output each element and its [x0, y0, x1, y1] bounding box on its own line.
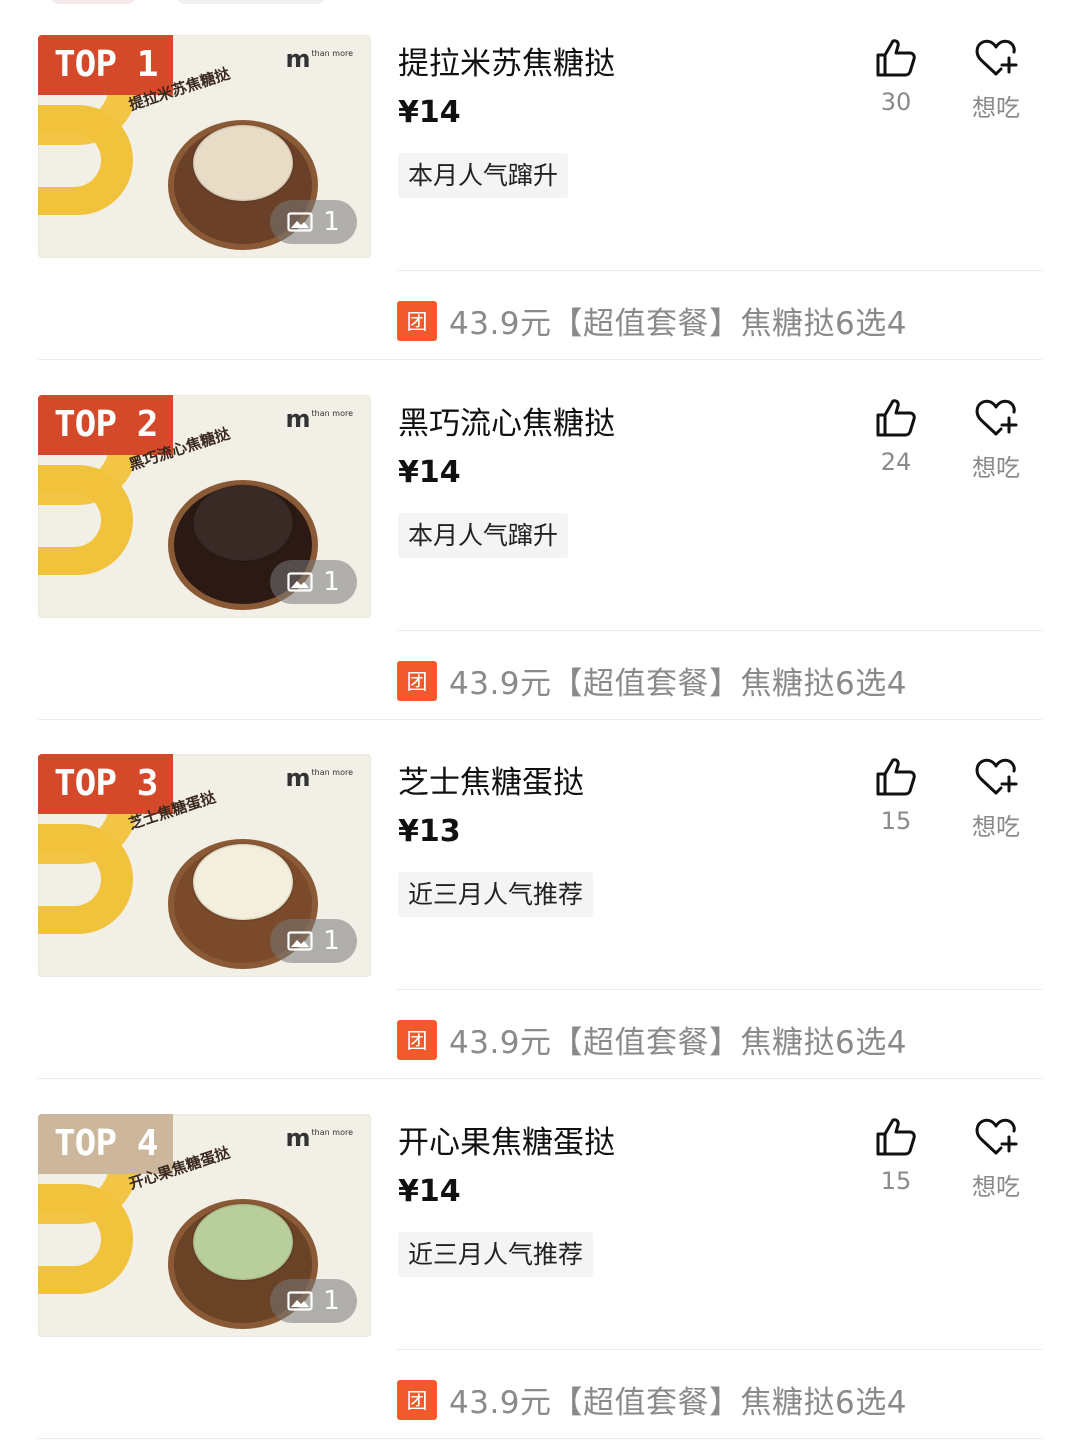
group-deal-row[interactable]: 团 43.9元【超值套餐】焦糖挞6选4: [397, 658, 907, 703]
brand-mark: m: [285, 405, 311, 433]
want-to-eat-button[interactable]: 想吃: [951, 396, 1041, 483]
group-deal-row[interactable]: 团 43.9元【超值套餐】焦糖挞6选4: [397, 298, 907, 343]
group-deal-text: 43.9元【超值套餐】焦糖挞6选4: [449, 666, 907, 702]
photo-count-value: 1: [323, 207, 340, 237]
group-deal-text: 43.9元【超值套餐】焦糖挞6选4: [449, 306, 907, 342]
product-title[interactable]: 芝士焦糖蛋挞: [398, 757, 584, 802]
product-thumbnail[interactable]: TOP 3 芝士焦糖蛋挞 m than more 1: [38, 754, 371, 977]
brand-logo: m than more: [286, 764, 353, 792]
product-price: ¥14: [398, 455, 461, 490]
photo-count-badge[interactable]: 1: [270, 560, 357, 604]
like-button[interactable]: 30: [851, 36, 941, 116]
image-icon: [287, 931, 313, 951]
product-thumbnail[interactable]: TOP 1 提拉米苏焦糖挞 m than more 1: [38, 35, 371, 258]
like-count: 24: [880, 448, 912, 476]
thumbs-up-icon: [876, 758, 916, 796]
popularity-tag: 本月人气蹿升: [398, 153, 569, 198]
group-deal-text: 43.9元【超值套餐】焦糖挞6选4: [449, 1025, 907, 1061]
product-item[interactable]: TOP 3 芝士焦糖蛋挞 m than more 1 芝士焦糖蛋挞 ¥13 近三月…: [0, 719, 1080, 1079]
photo-count-value: 1: [323, 567, 340, 597]
brand-small: than more: [311, 49, 353, 58]
ranking-list-page: TOP 1 提拉米苏焦糖挞 m than more 1 提拉米苏焦糖挞 ¥14 本…: [0, 0, 1080, 1440]
group-deal-badge: 团: [397, 1019, 437, 1060]
product-item[interactable]: TOP 4 开心果焦糖蛋挞 m than more 1 开心果焦糖蛋挞 ¥14 近…: [0, 1079, 1080, 1439]
like-button[interactable]: 15: [851, 1115, 941, 1195]
divider: [397, 630, 1042, 631]
group-deal-badge: 团: [397, 1379, 437, 1420]
image-icon: [287, 1291, 313, 1311]
photo-count-badge[interactable]: 1: [270, 919, 357, 963]
brand-small: than more: [311, 409, 353, 418]
like-count: 30: [880, 88, 912, 116]
brand-small: than more: [311, 1128, 353, 1137]
product-price: ¥14: [398, 95, 461, 130]
product-title[interactable]: 黑巧流心焦糖挞: [398, 398, 615, 443]
brand-small: than more: [311, 768, 353, 777]
want-label: 想吃: [972, 813, 1020, 841]
group-deal-row[interactable]: 团 43.9元【超值套餐】焦糖挞6选4: [397, 1017, 907, 1062]
product-price: ¥14: [398, 1174, 461, 1209]
heart-plus-icon: [975, 1118, 1018, 1155]
want-label: 想吃: [972, 1173, 1020, 1201]
group-deal-badge: 团: [397, 660, 437, 701]
like-button[interactable]: 15: [851, 755, 941, 835]
like-button[interactable]: 24: [851, 396, 941, 476]
popularity-tag: 本月人气蹿升: [398, 513, 569, 558]
want-to-eat-button[interactable]: 想吃: [951, 1115, 1041, 1202]
like-count: 15: [880, 1167, 912, 1195]
product-item[interactable]: TOP 1 提拉米苏焦糖挞 m than more 1 提拉米苏焦糖挞 ¥14 本…: [0, 0, 1080, 360]
divider: [397, 989, 1042, 990]
image-icon: [287, 572, 313, 592]
divider: [397, 270, 1042, 271]
popularity-tag: 近三月人气推荐: [398, 1232, 594, 1277]
heart-plus-icon: [975, 399, 1018, 436]
brand-logo: m than more: [286, 1124, 353, 1152]
want-to-eat-button[interactable]: 想吃: [951, 755, 1041, 842]
group-deal-text: 43.9元【超值套餐】焦糖挞6选4: [449, 1385, 907, 1421]
photo-count-badge[interactable]: 1: [270, 200, 357, 244]
like-count: 15: [880, 807, 912, 835]
divider: [38, 1438, 1042, 1439]
brand-logo: m than more: [286, 405, 353, 433]
thumbs-up-icon: [876, 39, 916, 77]
group-deal-row[interactable]: 团 43.9元【超值套餐】焦糖挞6选4: [397, 1377, 907, 1422]
thumbs-up-icon: [876, 1118, 916, 1156]
product-price: ¥13: [398, 814, 461, 849]
group-deal-badge: 团: [397, 300, 437, 341]
product-title[interactable]: 提拉米苏焦糖挞: [398, 38, 615, 83]
want-label: 想吃: [972, 454, 1020, 482]
photo-count-value: 1: [323, 926, 340, 956]
photo-count-value: 1: [323, 1286, 340, 1316]
brand-mark: m: [285, 764, 311, 792]
thumbs-up-icon: [876, 399, 916, 437]
popularity-tag: 近三月人气推荐: [398, 872, 594, 917]
photo-count-badge[interactable]: 1: [270, 1279, 357, 1323]
product-title[interactable]: 开心果焦糖蛋挞: [398, 1117, 615, 1162]
product-thumbnail[interactable]: TOP 4 开心果焦糖蛋挞 m than more 1: [38, 1114, 371, 1337]
heart-plus-icon: [975, 758, 1018, 795]
product-item[interactable]: TOP 2 黑巧流心焦糖挞 m than more 1 黑巧流心焦糖挞 ¥14 本…: [0, 360, 1080, 720]
brand-logo: m than more: [286, 45, 353, 73]
want-label: 想吃: [972, 94, 1020, 122]
brand-mark: m: [285, 45, 311, 73]
divider: [397, 1349, 1042, 1350]
brand-mark: m: [285, 1124, 311, 1152]
heart-plus-icon: [975, 39, 1018, 76]
product-thumbnail[interactable]: TOP 2 黑巧流心焦糖挞 m than more 1: [38, 395, 371, 618]
want-to-eat-button[interactable]: 想吃: [951, 36, 1041, 123]
image-icon: [287, 212, 313, 232]
